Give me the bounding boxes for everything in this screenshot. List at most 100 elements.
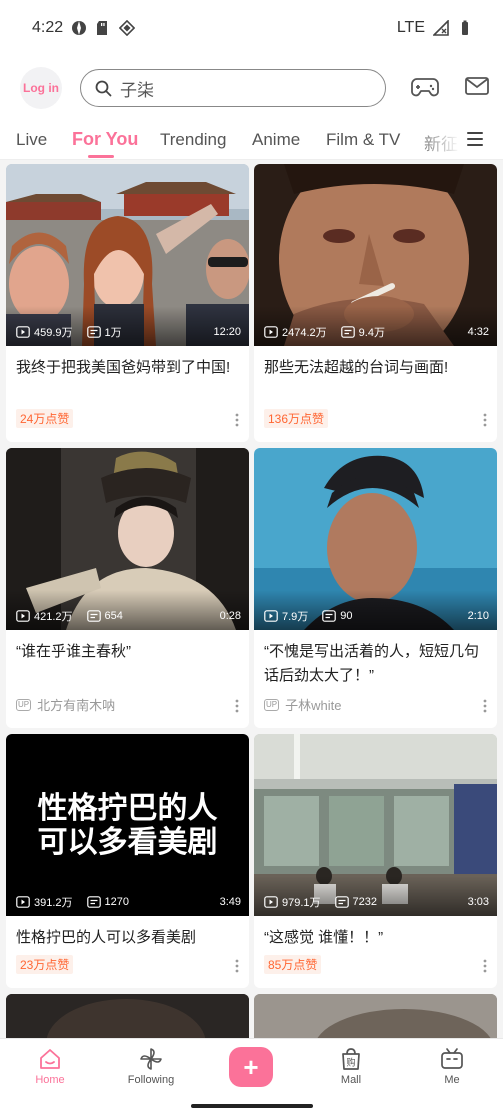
danmaku-count-text: 654 [104,610,123,622]
search-icon [95,80,112,96]
likes-badge: 23万点赞 [16,955,74,974]
gesture-home-bar[interactable] [191,1104,313,1108]
video-title[interactable]: 那些无法超越的台词与画面! [264,356,486,380]
video-card[interactable]: 2474.2万 9.4万 4:32 那些无法超越的台词与画面! 136万点赞 [254,164,497,442]
tab-trending[interactable]: Trending [160,130,226,150]
uploader-name[interactable]: 子林white [285,695,341,714]
video-card[interactable]: 421.2万 654 0:28 “谁在乎谁主春秋” UP 北方有南木呐 [6,448,249,728]
pinwheel-icon [140,1048,162,1070]
signal-icon [433,20,449,36]
video-stats: 979.1万 7232 3:03 [264,894,489,910]
likes-badge: 136万点赞 [264,409,329,428]
play-count-icon [16,610,30,622]
view-count: 2474.2万 [264,324,327,340]
danmaku-icon [86,610,101,622]
nav-mall[interactable]: 购 Mall [316,1047,386,1086]
message-icon[interactable] [464,74,490,98]
video-duration: 2:10 [467,610,489,622]
thumbnail-text: 性格拧巴的人 可以多看美剧 [6,792,249,860]
video-meta: 24万点赞 [16,409,74,428]
video-duration: 12:20 [213,326,241,338]
more-options-icon[interactable] [235,698,239,714]
danmaku-count-text: 1270 [104,896,130,908]
video-meta: 136万点赞 [264,409,329,428]
view-count-text: 979.1万 [282,897,321,909]
danmaku-icon [322,610,337,622]
video-card[interactable]: 性格拧巴的人 可以多看美剧 391.2万 1270 3:49 性格拧巴的人可以多… [6,734,249,988]
video-title[interactable]: “这感觉 谁懂！！” [264,926,486,950]
active-tab-indicator [88,155,114,158]
video-title[interactable]: 性格拧巴的人可以多看美剧 [16,926,238,950]
video-title[interactable]: “不愧是写出活着的人，短短几句话后劲太大了！” [264,640,486,688]
play-count-icon [16,896,30,908]
tab-film-tv[interactable]: Film & TV [326,130,400,150]
video-card[interactable]: 979.1万 7232 3:03 “这感觉 谁懂！！” 85万点赞 [254,734,497,988]
danmaku-count: 1万 [86,324,122,340]
nav-home[interactable]: Home [15,1047,85,1086]
search-bar[interactable]: 子柒 [80,69,386,107]
uploader-badge-icon: UP [264,698,280,711]
tab-live[interactable]: Live [16,130,47,150]
tab-for-you[interactable]: For You [72,129,138,150]
more-options-icon[interactable] [483,412,487,428]
video-thumbnail[interactable]: 979.1万 7232 3:03 [254,734,497,916]
danmaku-icon [86,326,101,338]
danmaku-count: 1270 [86,896,130,908]
more-options-icon[interactable] [483,958,487,974]
mall-icon-text: 购 [346,1057,355,1069]
search-input[interactable]: 子柒 [120,76,154,101]
danmaku-icon [334,896,349,908]
nav-following[interactable]: Following [116,1047,186,1086]
status-time: 4:22 [32,19,64,36]
danmaku-count-text: 90 [340,610,353,622]
video-stats: 7.9万 90 2:10 [264,608,489,624]
tab-anime[interactable]: Anime [252,130,300,150]
video-thumbnail[interactable]: 2474.2万 9.4万 4:32 [254,164,497,346]
status-right: LTE [397,19,473,37]
play-count-icon [16,326,30,338]
video-title[interactable]: “谁在乎谁主春秋” [16,640,238,664]
top-header: Log in 子柒 [0,56,503,118]
video-duration: 3:49 [219,896,241,908]
network-type: LTE [396,19,425,36]
danmaku-count: 9.4万 [340,324,385,340]
video-thumbnail[interactable]: 性格拧巴的人 可以多看美剧 391.2万 1270 3:49 [6,734,249,916]
uploader-badge-icon: UP [16,698,32,711]
video-stats: 421.2万 654 0:28 [16,608,241,624]
video-card[interactable]: 459.9万 1万 12:20 我终于把我美国爸妈带到了中国! 24万点赞 [6,164,249,442]
view-count: 7.9万 [264,608,308,624]
tab-fade-overlay [410,118,460,158]
video-thumbnail[interactable]: 459.9万 1万 12:20 [6,164,249,346]
danmaku-count: 7232 [334,896,377,908]
video-thumbnail[interactable]: 421.2万 654 0:28 [6,448,249,630]
more-options-icon[interactable] [483,698,487,714]
video-title[interactable]: 我终于把我美国爸妈带到了中国! [16,356,238,380]
login-button[interactable]: Log in [20,67,62,109]
nav-me-label: Me [444,1074,460,1086]
plus-icon: + [243,1051,259,1082]
view-count: 421.2万 [16,608,73,624]
more-options-icon[interactable] [235,412,239,428]
view-count-text: 391.2万 [34,897,73,909]
vpn-status-icon [119,20,136,36]
video-card[interactable]: 7.9万 90 2:10 “不愧是写出活着的人，短短几句话后劲太大了！” UP 子… [254,448,497,728]
video-thumbnail[interactable]: 7.9万 90 2:10 [254,448,497,630]
thumbnail-text-line: 性格拧巴的人 [37,792,218,825]
view-count: 391.2万 [16,894,73,910]
video-duration: 0:28 [219,610,241,622]
uploader-name[interactable]: 北方有南木呐 [37,695,115,714]
play-count-icon [264,610,278,622]
category-tabs: Live For You Trending Anime Film & TV 新征 [0,118,503,160]
tab-menu-icon[interactable] [466,130,484,148]
tv-face-icon [441,1048,463,1069]
danmaku-count-text: 9.4万 [358,327,385,339]
upload-button[interactable]: + [229,1047,273,1087]
danmaku-icon [340,326,355,338]
view-count-text: 2474.2万 [282,327,327,339]
danmaku-icon [86,896,101,908]
video-duration: 4:32 [467,326,489,338]
nav-me[interactable]: Me [417,1047,487,1086]
game-center-icon[interactable] [411,74,439,100]
more-options-icon[interactable] [235,958,239,974]
likes-badge: 24万点赞 [16,409,74,428]
